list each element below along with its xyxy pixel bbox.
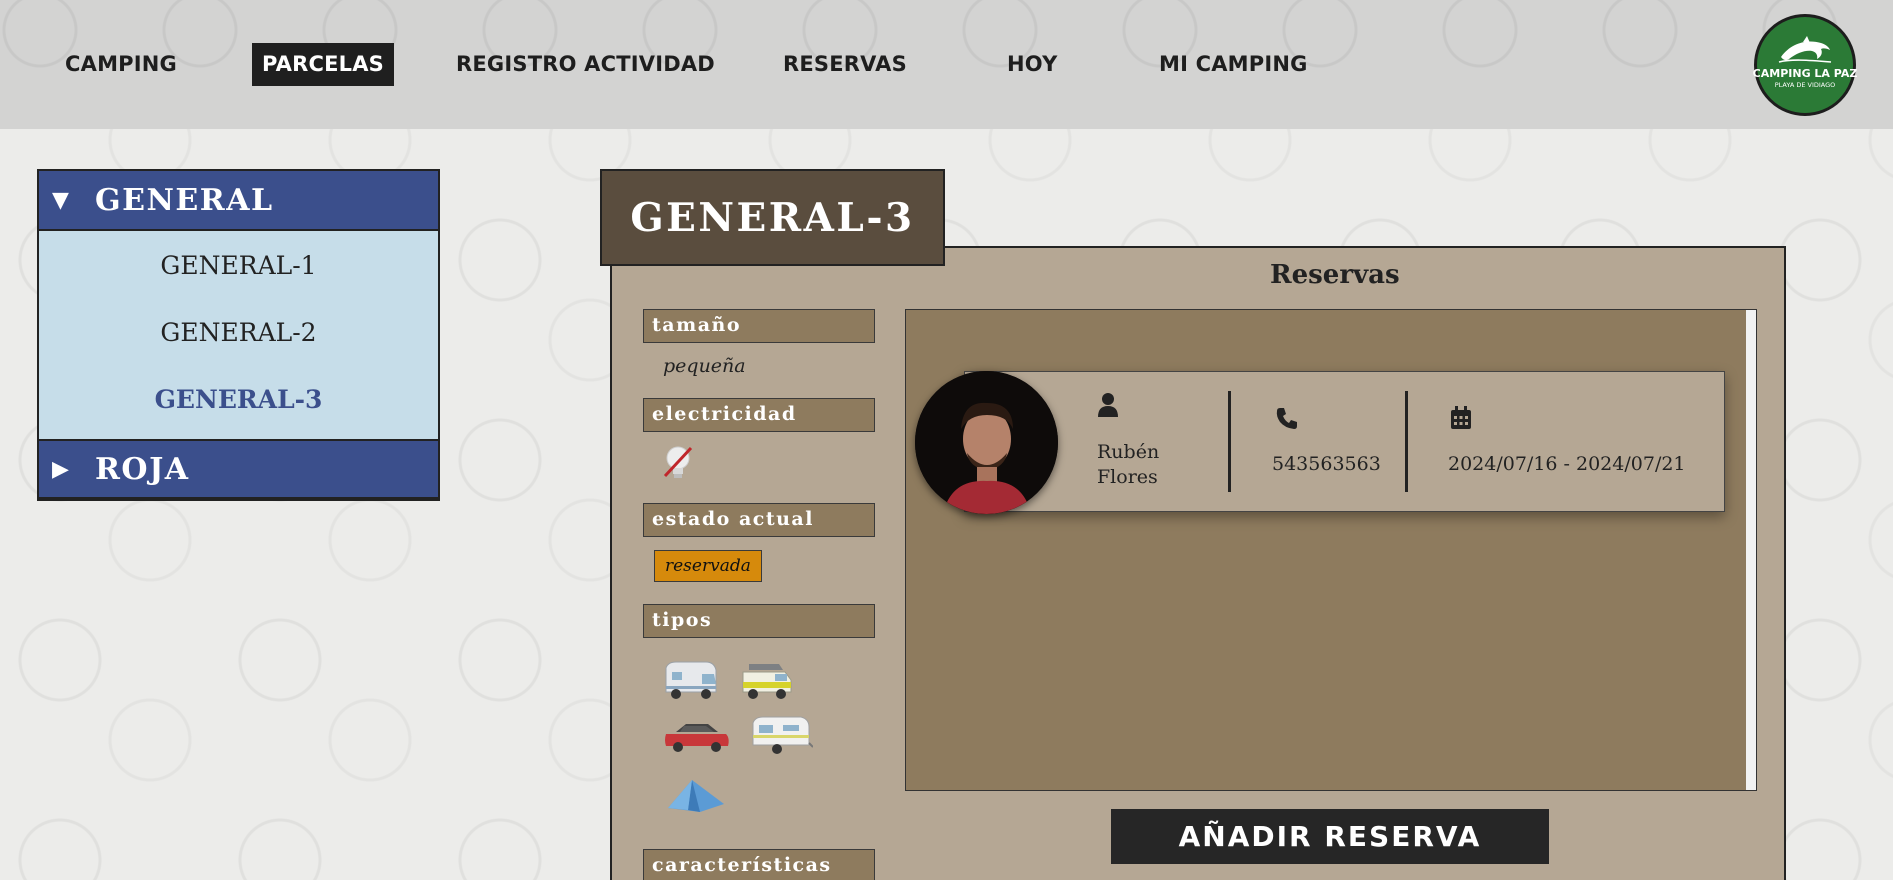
motorhome-icon (665, 661, 717, 699)
reservation-dates: 2024/07/16 - 2024/07/21 (1448, 453, 1686, 475)
size-value: pequeña (663, 355, 746, 377)
tent-icon (668, 780, 724, 812)
top-navbar: CAMPING PARCELAS REGISTRO ACTIVIDAD RESE… (0, 0, 1893, 129)
logo-subtitle: PLAYA DE VIDIAGO (1774, 81, 1836, 89)
group-label: ROJA (95, 451, 190, 487)
nav-camping[interactable]: CAMPING (65, 43, 177, 86)
divider (1228, 391, 1231, 492)
nav-hoy[interactable]: HOY (1007, 43, 1058, 86)
guest-phone: 543563563 (1272, 453, 1381, 475)
sidebar-item-general-2[interactable]: GENERAL-2 (39, 318, 438, 347)
dolphin-icon (1778, 36, 1832, 63)
features-label: características (643, 849, 875, 880)
caravan-icon (752, 716, 813, 754)
size-label: tamaño (643, 309, 875, 343)
user-icon (1098, 393, 1118, 417)
electricity-label: electricidad (643, 398, 875, 432)
sidebar-item-general-1[interactable]: GENERAL-1 (39, 251, 438, 280)
car-icon (665, 724, 729, 752)
calendar-icon (1451, 406, 1471, 429)
camper-van-icon (742, 664, 792, 699)
caret-right-icon: ▶ (52, 456, 71, 482)
divider (1405, 391, 1408, 492)
avatar (915, 371, 1058, 514)
caret-down-icon: ▼ (52, 187, 71, 213)
add-reservation-button[interactable]: AÑADIR RESERVA (1111, 809, 1549, 864)
nav-registro-actividad[interactable]: REGISTRO ACTIVIDAD (456, 43, 715, 86)
sidebar-item-general-3[interactable]: GENERAL-3 (39, 385, 438, 414)
reservations-list: Rubén Flores 543563563 2024/07/16 - 2024… (905, 309, 1757, 791)
phone-icon (1276, 408, 1297, 429)
no-electricity-bulb-icon (663, 446, 693, 478)
nav-parcelas[interactable]: PARCELAS (252, 43, 395, 86)
parcel-group-sidebar: ▼ GENERAL GENERAL-1 GENERAL-2 GENERAL-3 … (37, 169, 440, 501)
guest-name: Rubén Flores (1097, 441, 1160, 488)
logo-name: CAMPING LA PAZ (1752, 67, 1858, 80)
parcel-title: GENERAL-3 (600, 169, 945, 266)
status-badge: reservada (654, 550, 762, 582)
nav-mi-camping[interactable]: MI CAMPING (1159, 43, 1308, 86)
camping-logo[interactable]: CAMPING LA PAZ PLAYA DE VIDIAGO (1752, 14, 1858, 116)
reservations-scrollbar[interactable] (1746, 310, 1756, 790)
group-label: GENERAL (95, 182, 274, 218)
group-roja-header[interactable]: ▶ ROJA (39, 439, 438, 499)
reservation-card[interactable]: Rubén Flores 543563563 2024/07/16 - 2024… (915, 371, 1725, 514)
group-general-header[interactable]: ▼ GENERAL (39, 171, 438, 231)
status-label: estado actual (643, 503, 875, 537)
parcel-detail-card: tamaño pequeña electricidad estado actua… (610, 246, 1786, 880)
reservations-title: Reservas (1270, 260, 1400, 290)
nav-reservas[interactable]: RESERVAS (783, 43, 907, 86)
types-label: tipos (643, 604, 875, 638)
